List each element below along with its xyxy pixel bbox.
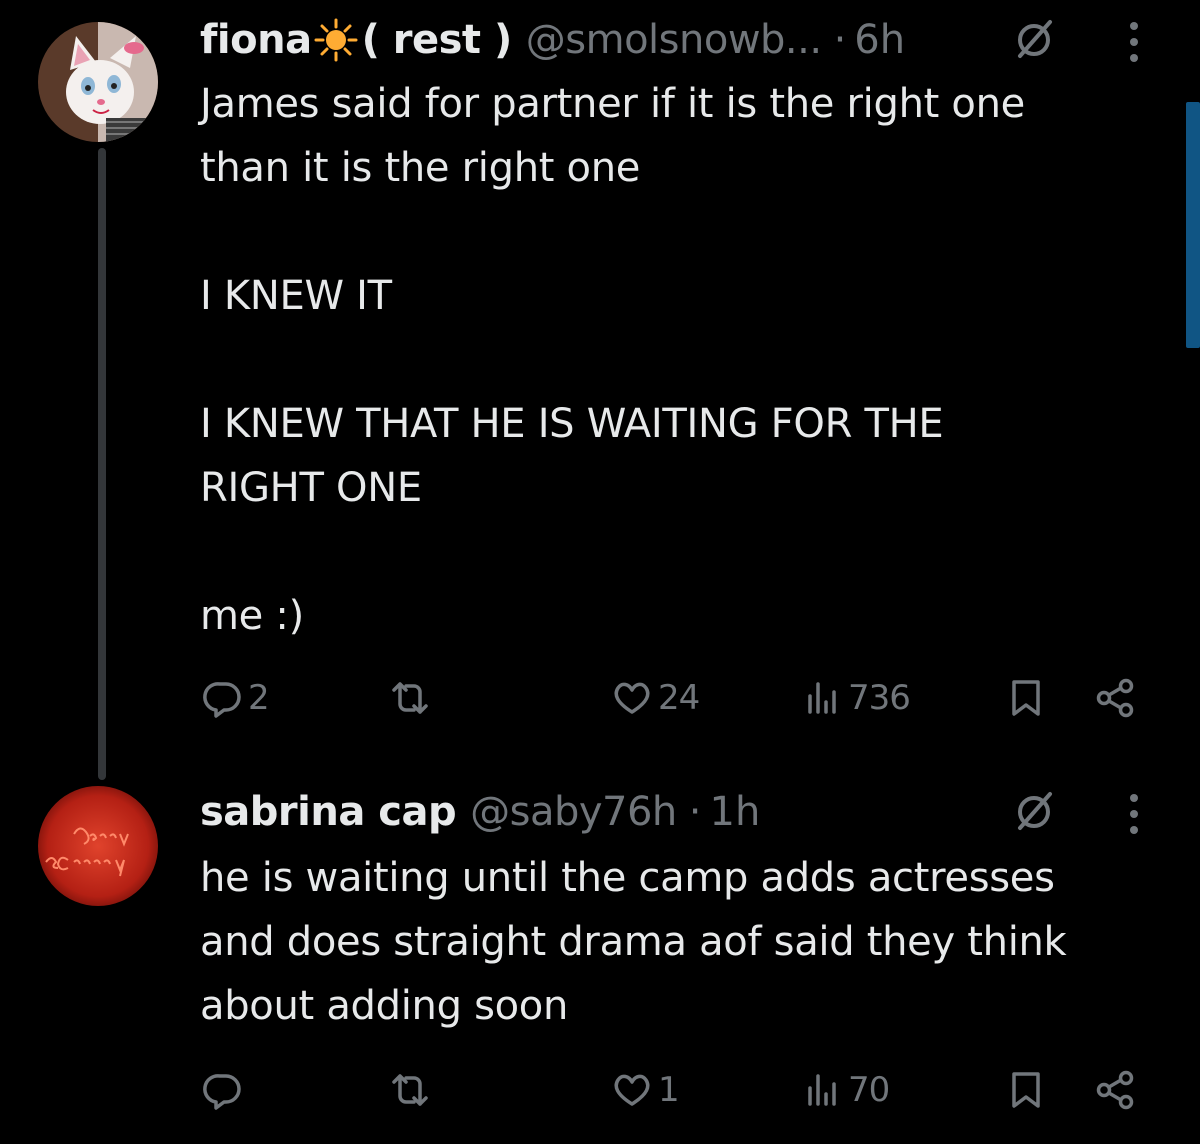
tweet-1[interactable]: fiona ( rest ) @smolsnowb... · 6h James …	[0, 0, 1200, 780]
reply-icon	[203, 1074, 241, 1110]
tweet-header: fiona ( rest ) @smolsnowb... · 6h	[200, 10, 905, 70]
user-handle[interactable]: @saby76h	[470, 789, 677, 835]
reply-icon	[203, 682, 241, 718]
views-bar-chart-icon	[808, 682, 836, 714]
tweet-text: he is waiting until the camp adds actres…	[200, 855, 1067, 1029]
like-count: 1	[658, 1070, 680, 1110]
tweet-2[interactable]: sabrina cap @saby76h · 1h he is waiting …	[0, 780, 1200, 1144]
like-button[interactable]: 1	[610, 1060, 680, 1120]
retweet-button[interactable]	[388, 1060, 436, 1120]
tweet-text: James said for partner if it is the righ…	[200, 81, 1025, 639]
bookmark-icon	[1012, 1072, 1040, 1108]
share-button[interactable]	[1094, 668, 1138, 728]
display-name[interactable]: sabrina cap	[200, 789, 457, 835]
retweet-icon	[392, 1074, 428, 1106]
views-button[interactable]: 70	[800, 1060, 890, 1120]
grok-slash-icon[interactable]	[1010, 788, 1058, 836]
more-vertical-icon[interactable]	[1124, 792, 1144, 836]
sun-emoji-icon	[314, 18, 358, 62]
share-icon	[1096, 1070, 1134, 1110]
heart-icon	[614, 682, 650, 714]
timestamp[interactable]: 1h	[710, 789, 761, 835]
reply-button[interactable]	[200, 1060, 248, 1120]
bookmark-button[interactable]	[1004, 1060, 1048, 1120]
share-icon	[1096, 678, 1134, 718]
user-handle[interactable]: @smolsnowb...	[526, 17, 822, 63]
tweet-header: sabrina cap @saby76h · 1h	[200, 782, 760, 842]
timestamp[interactable]: 6h	[854, 17, 905, 63]
views-button[interactable]: 736	[800, 668, 911, 728]
views-bar-chart-icon	[808, 1074, 836, 1106]
display-name-suffix[interactable]: ( rest )	[362, 17, 513, 63]
separator-dot: ·	[833, 17, 847, 63]
thread-connector-line	[98, 148, 106, 780]
display-name[interactable]: fiona	[200, 17, 312, 63]
retweet-icon	[392, 682, 428, 714]
reply-button[interactable]: 2	[200, 668, 270, 728]
bookmark-icon	[1012, 680, 1040, 716]
grok-slash-icon[interactable]	[1010, 16, 1058, 64]
heart-icon	[614, 1074, 650, 1106]
tweet-actions: 1 70	[200, 1060, 1150, 1120]
retweet-button[interactable]	[388, 668, 436, 728]
bookmark-button[interactable]	[1004, 668, 1048, 728]
share-button[interactable]	[1094, 1060, 1138, 1120]
tweet-actions: 2 24 736	[200, 668, 1150, 728]
like-count: 24	[658, 678, 700, 718]
avatar-fiona[interactable]	[38, 22, 158, 142]
like-button[interactable]: 24	[610, 668, 700, 728]
view-count: 70	[848, 1070, 890, 1110]
more-vertical-icon[interactable]	[1124, 20, 1144, 64]
avatar-sabrina[interactable]	[38, 786, 158, 906]
view-count: 736	[848, 678, 911, 718]
separator-dot: ·	[688, 789, 702, 835]
reply-count: 2	[248, 678, 270, 718]
